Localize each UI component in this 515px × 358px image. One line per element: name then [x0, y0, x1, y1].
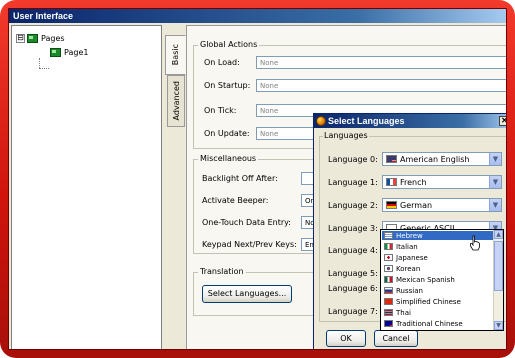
field-label: Activate Beeper:	[202, 196, 269, 205]
language-label: Language 6:	[328, 284, 378, 293]
group-title: Miscellaneous	[198, 154, 259, 163]
language-1-select[interactable]: French ▼	[382, 175, 502, 189]
scroll-up-icon[interactable]: ▲	[494, 230, 503, 239]
language-label: Language 2:	[328, 201, 378, 210]
tab-advanced[interactable]: Advanced	[167, 75, 185, 127]
field-label: On Startup:	[204, 81, 251, 90]
hand-cursor-icon	[470, 235, 480, 251]
language-dropdown-list: Hebrew Italian Japanese Korean Mexican S…	[380, 229, 504, 331]
field-label: Keypad Next/Prev Keys:	[202, 240, 297, 249]
option-label: Russian	[396, 286, 423, 295]
close-icon[interactable]: ✕	[499, 116, 506, 126]
vertical-tabs: Basic Advanced	[165, 25, 187, 349]
option-label: Thai	[396, 308, 411, 317]
page-icon	[27, 33, 38, 43]
language-label: Language 3:	[328, 224, 378, 233]
chevron-down-icon[interactable]: ▼	[489, 199, 501, 211]
window-title-bar: User Interface	[9, 9, 506, 23]
language-label: Language 4:	[328, 246, 378, 255]
field-label: One-Touch Data Entry:	[202, 218, 291, 227]
on-startup-field[interactable]: None	[256, 79, 506, 92]
dropdown-option-korean[interactable]: Korean	[382, 264, 494, 273]
dropdown-option-mexican-spanish[interactable]: Mexican Spanish	[382, 275, 494, 284]
language-2-select[interactable]: German ▼	[382, 198, 502, 212]
select-value: French	[400, 177, 427, 187]
tree-connector	[39, 68, 49, 69]
de-flag-icon	[386, 201, 397, 209]
option-label: Traditional Chinese	[396, 319, 463, 328]
us-flag-icon	[386, 155, 397, 163]
chevron-down-icon[interactable]: ▼	[489, 176, 501, 188]
field-label: Backlight Off After:	[202, 174, 278, 183]
group-title: Languages	[323, 131, 369, 140]
app-icon	[316, 116, 326, 126]
on-load-field[interactable]: None	[256, 56, 506, 69]
option-label: Korean	[396, 264, 421, 273]
scroll-thumb[interactable]	[494, 241, 503, 291]
select-languages-button[interactable]: Select Languages...	[202, 285, 292, 303]
app-window: User Interface ⊟ Pages Page1 Basic Advan…	[8, 8, 507, 350]
dropdown-option-thai[interactable]: Thai	[382, 308, 494, 317]
option-label: Hebrew	[396, 231, 423, 240]
scroll-down-icon[interactable]: ▼	[494, 321, 503, 330]
fr-flag-icon	[386, 178, 397, 186]
chevron-down-icon[interactable]: ▼	[489, 153, 501, 165]
dropdown-option-traditional-chinese[interactable]: Traditional Chinese	[382, 319, 494, 328]
tree-item-page1[interactable]: Page1	[50, 46, 88, 58]
dialog-title-bar: Select Languages ✕	[314, 114, 506, 128]
select-value: American English	[400, 154, 470, 164]
language-label: Language 5:	[328, 269, 378, 278]
mx-flag-icon	[384, 276, 393, 283]
tree-item-pages[interactable]: ⊟ Pages	[16, 32, 65, 44]
group-title: Translation	[198, 267, 246, 276]
dropdown-option-simplified-chinese[interactable]: Simplified Chinese	[382, 297, 494, 306]
field-label: On Load:	[204, 58, 240, 67]
ok-button[interactable]: OK	[326, 330, 366, 347]
option-label: Mexican Spanish	[396, 275, 455, 284]
dialog-title: Select Languages	[328, 116, 405, 126]
ru-flag-icon	[384, 287, 393, 294]
dropdown-option-japanese[interactable]: Japanese	[382, 253, 494, 262]
tree-item-label: Pages	[41, 33, 65, 43]
tab-label: Advanced	[171, 81, 181, 121]
cn-flag-icon	[384, 298, 393, 305]
red-frame: User Interface ⊟ Pages Page1 Basic Advan…	[0, 0, 515, 358]
tree-item-label: Page1	[64, 47, 89, 57]
cancel-button[interactable]: Cancel	[374, 330, 418, 347]
group-title: Global Actions	[198, 40, 260, 49]
dropdown-scrollbar[interactable]: ▲ ▼	[493, 230, 503, 330]
tree-connector	[39, 58, 40, 68]
tab-label: Basic	[171, 44, 180, 66]
language-label: Language 1:	[328, 178, 378, 187]
field-label: On Tick:	[204, 106, 237, 115]
kr-flag-icon	[384, 265, 393, 272]
language-label: Language 0:	[328, 155, 378, 164]
language-0-select[interactable]: American English ▼	[382, 152, 502, 166]
jp-flag-icon	[384, 254, 393, 261]
il-flag-icon	[384, 232, 393, 239]
tab-basic[interactable]: Basic	[165, 35, 186, 75]
pages-tree: ⊟ Pages Page1	[11, 25, 162, 349]
option-label: Simplified Chinese	[396, 297, 461, 306]
dropdown-option-russian[interactable]: Russian	[382, 286, 494, 295]
select-value: German	[400, 200, 433, 210]
it-flag-icon	[384, 243, 393, 250]
option-label: Italian	[396, 242, 418, 251]
collapse-icon[interactable]: ⊟	[16, 33, 25, 43]
tw-flag-icon	[384, 320, 393, 327]
page-icon	[50, 47, 61, 57]
field-label: On Update:	[204, 129, 250, 138]
th-flag-icon	[384, 309, 393, 316]
language-label: Language 7:	[328, 307, 378, 316]
option-label: Japanese	[396, 253, 428, 262]
window-title: User Interface	[13, 11, 74, 21]
